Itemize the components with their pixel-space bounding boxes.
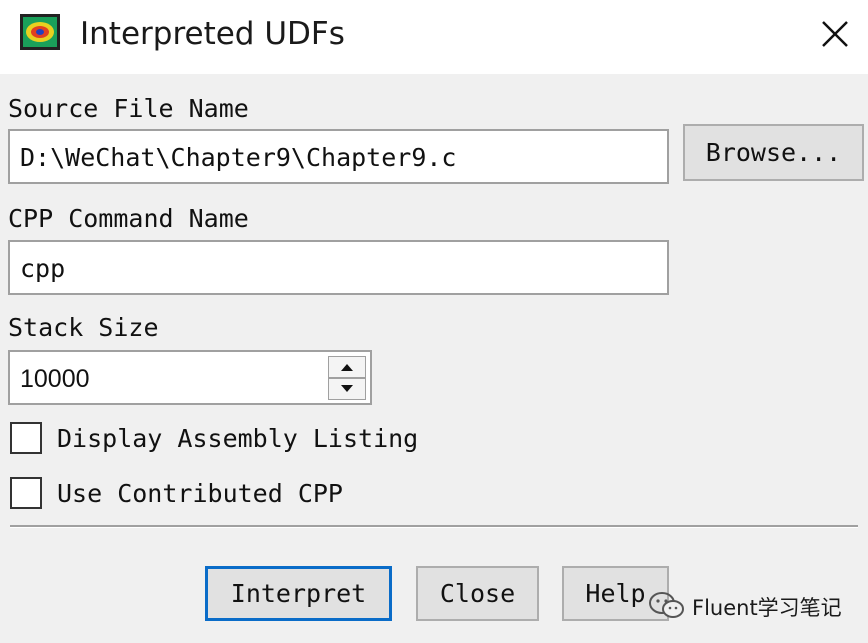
arrow-down-icon <box>341 385 353 392</box>
close-button[interactable]: Close <box>416 566 539 621</box>
use-contributed-cpp-label: Use Contributed CPP <box>57 479 343 508</box>
interpret-button[interactable]: Interpret <box>205 566 392 621</box>
spin-up-button[interactable] <box>328 356 366 378</box>
wechat-icon <box>649 592 684 618</box>
use-contributed-cpp-checkbox[interactable] <box>10 477 42 509</box>
cpp-command-input[interactable]: cpp <box>8 240 669 295</box>
close-icon[interactable] <box>815 14 855 54</box>
window-title: Interpreted UDFs <box>80 16 345 52</box>
cpp-command-label: CPP Command Name <box>8 204 249 233</box>
source-file-label: Source File Name <box>8 94 249 123</box>
stack-size-value: 10000 <box>20 365 90 393</box>
cpp-command-value: cpp <box>20 254 66 283</box>
title-bar: Interpreted UDFs <box>0 0 868 74</box>
browse-button[interactable]: Browse... <box>683 124 864 181</box>
arrow-up-icon <box>341 364 353 371</box>
spin-down-button[interactable] <box>328 378 366 400</box>
stack-size-input[interactable]: 10000 <box>8 350 372 405</box>
source-file-input[interactable]: D:\WeChat\Chapter9\Chapter9.c <box>8 129 669 184</box>
separator <box>10 525 858 528</box>
fluent-app-icon <box>20 14 60 50</box>
source-file-value: D:\WeChat\Chapter9\Chapter9.c <box>20 143 457 172</box>
stack-size-label: Stack Size <box>8 313 159 342</box>
display-assembly-checkbox[interactable] <box>10 422 42 454</box>
watermark-text: Fluent学习笔记 <box>692 596 842 620</box>
display-assembly-label: Display Assembly Listing <box>57 424 419 453</box>
